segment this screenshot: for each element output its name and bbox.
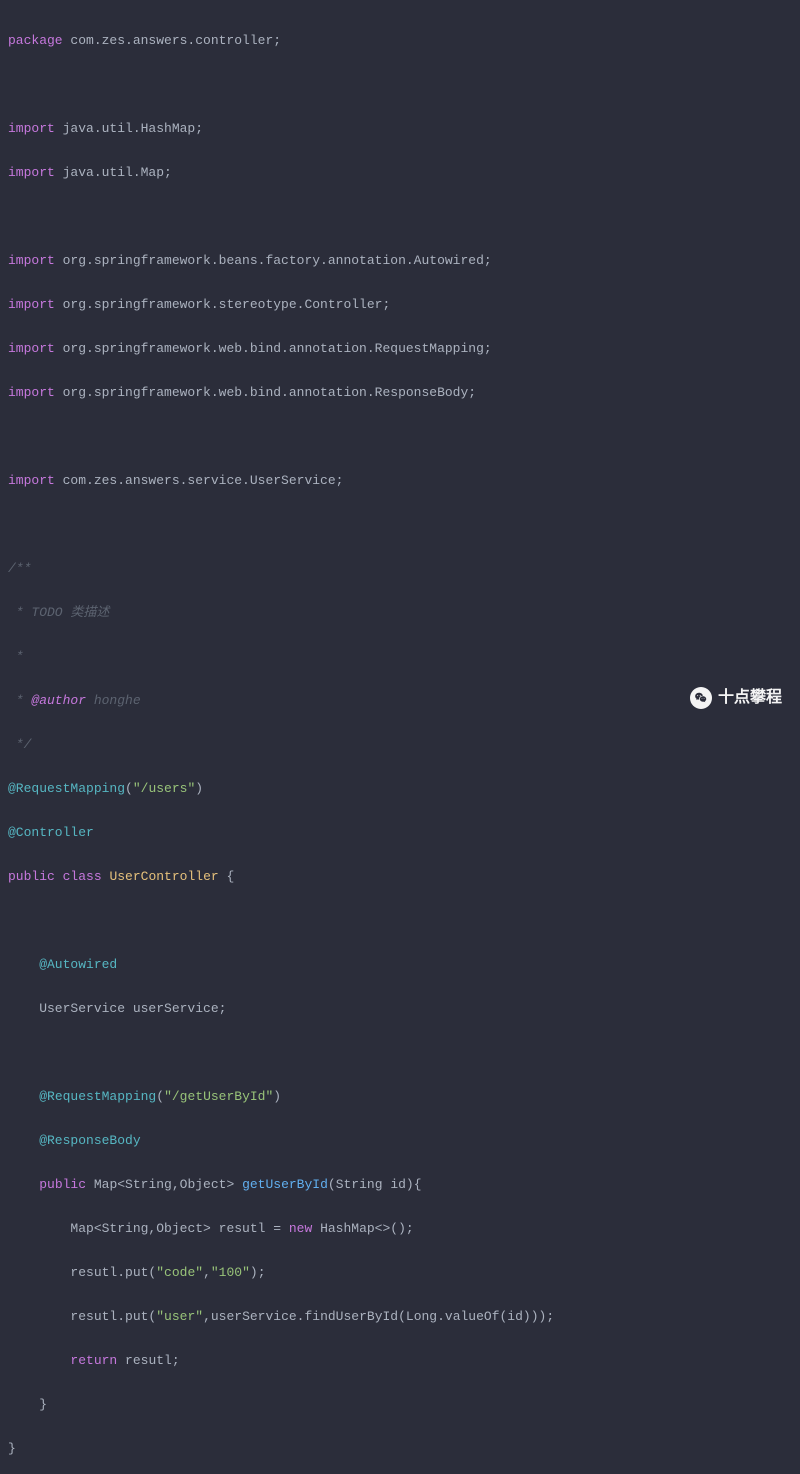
brace-open: {	[219, 869, 235, 884]
ctor-call: HashMap<>();	[312, 1221, 413, 1236]
put-call: resutl.put(	[70, 1309, 156, 1324]
code-line: import java.util.Map;	[8, 162, 800, 184]
watermark-text: 十点攀程	[718, 687, 782, 709]
keyword-public: public	[39, 1177, 86, 1192]
code-line: UserService userService;	[8, 998, 800, 1020]
put-call: resutl.put(	[70, 1265, 156, 1280]
keyword-class: class	[63, 869, 102, 884]
import-path: java.util.Map;	[55, 165, 172, 180]
keyword-import: import	[8, 297, 55, 312]
code-line: }	[8, 1438, 800, 1460]
field-declaration: UserService userService;	[8, 1001, 226, 1016]
class-name: UserController	[109, 869, 218, 884]
annotation-requestmapping: @RequestMapping	[39, 1089, 156, 1104]
import-path: org.springframework.web.bind.annotation.…	[55, 341, 492, 356]
string-literal: "/users"	[133, 781, 195, 796]
keyword-import: import	[8, 121, 55, 136]
keyword-import: import	[8, 341, 55, 356]
comment-line: *	[8, 646, 800, 668]
code-line: @RequestMapping("/users")	[8, 778, 800, 800]
blank-line	[8, 910, 800, 932]
javadoc-prefix: *	[8, 693, 31, 708]
import-path: org.springframework.web.bind.annotation.…	[55, 385, 476, 400]
javadoc-author-tag: @author	[31, 693, 86, 708]
put-args: ,userService.findUserById(Long.valueOf(i…	[203, 1309, 554, 1324]
paren-open: (	[125, 781, 133, 796]
paren-close: )	[273, 1089, 281, 1104]
var-decl: Map<String,Object> resutl =	[70, 1221, 288, 1236]
javadoc-author-name: honghe	[86, 693, 141, 708]
javadoc-blank: *	[8, 649, 24, 664]
string-literal: "user"	[156, 1309, 203, 1324]
string-literal: "code"	[156, 1265, 203, 1280]
code-line: public class UserController {	[8, 866, 800, 888]
code-line: @RequestMapping("/getUserById")	[8, 1086, 800, 1108]
import-path: org.springframework.beans.factory.annota…	[55, 253, 492, 268]
code-line: resutl.put("user",userService.findUserBy…	[8, 1306, 800, 1328]
code-line: return resutl;	[8, 1350, 800, 1372]
annotation-controller: @Controller	[8, 825, 94, 840]
annotation-requestmapping: @RequestMapping	[8, 781, 125, 796]
code-line: import org.springframework.web.bind.anno…	[8, 338, 800, 360]
package-path: com.zes.answers.controller;	[63, 33, 281, 48]
code-editor: package com.zes.answers.controller; impo…	[8, 8, 800, 1474]
return-value: resutl;	[117, 1353, 179, 1368]
keyword-package: package	[8, 33, 63, 48]
keyword-return: return	[70, 1353, 117, 1368]
keyword-new: new	[289, 1221, 312, 1236]
wechat-icon	[690, 687, 712, 709]
annotation-responsebody: @ResponseBody	[8, 1133, 141, 1148]
import-path: java.util.HashMap;	[55, 121, 203, 136]
method-name: getUserById	[242, 1177, 328, 1192]
code-line: import org.springframework.web.bind.anno…	[8, 382, 800, 404]
code-line: @Autowired	[8, 954, 800, 976]
blank-line	[8, 1042, 800, 1064]
annotation-autowired: @Autowired	[8, 957, 117, 972]
import-path: org.springframework.stereotype.Controlle…	[55, 297, 390, 312]
code-line: package com.zes.answers.controller;	[8, 30, 800, 52]
blank-line	[8, 426, 800, 448]
keyword-import: import	[8, 165, 55, 180]
string-literal: "100"	[211, 1265, 250, 1280]
javadoc-close: */	[8, 737, 31, 752]
comment-line: * @author honghe	[8, 690, 800, 712]
import-path: com.zes.answers.service.UserService;	[55, 473, 344, 488]
return-type: Map<String,Object>	[94, 1177, 242, 1192]
keyword-import: import	[8, 473, 55, 488]
code-line: @Controller	[8, 822, 800, 844]
paren-open: (	[156, 1089, 164, 1104]
paren-close: )	[195, 781, 203, 796]
javadoc-open: /**	[8, 561, 31, 576]
keyword-public: public	[8, 869, 55, 884]
code-line: }	[8, 1394, 800, 1416]
keyword-import: import	[8, 253, 55, 268]
watermark: 十点攀程	[690, 687, 782, 709]
method-params: (String id){	[328, 1177, 422, 1192]
keyword-import: import	[8, 385, 55, 400]
code-line: Map<String,Object> resutl = new HashMap<…	[8, 1218, 800, 1240]
code-line: import com.zes.answers.service.UserServi…	[8, 470, 800, 492]
string-literal: "/getUserById"	[164, 1089, 273, 1104]
brace-close: }	[8, 1441, 16, 1456]
brace-close: }	[8, 1397, 47, 1412]
comment-line: /**	[8, 558, 800, 580]
code-line: import java.util.HashMap;	[8, 118, 800, 140]
code-line: @ResponseBody	[8, 1130, 800, 1152]
blank-line	[8, 514, 800, 536]
javadoc-todo: * TODO 类描述	[8, 605, 109, 620]
code-line: import org.springframework.beans.factory…	[8, 250, 800, 272]
comment-line: * TODO 类描述	[8, 602, 800, 624]
code-line: resutl.put("code","100");	[8, 1262, 800, 1284]
code-line: public Map<String,Object> getUserById(St…	[8, 1174, 800, 1196]
blank-line	[8, 206, 800, 228]
code-line: import org.springframework.stereotype.Co…	[8, 294, 800, 316]
comment-line: */	[8, 734, 800, 756]
blank-line	[8, 74, 800, 96]
